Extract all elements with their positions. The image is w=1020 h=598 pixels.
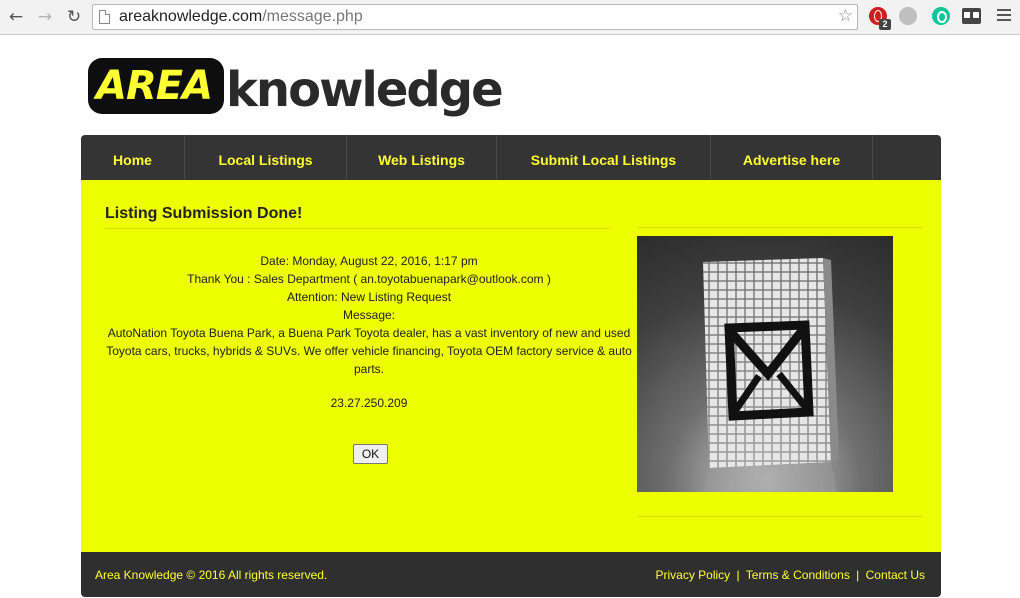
url-text[interactable]: areaknowledge.com/message.php <box>119 8 363 26</box>
main-nav: Home Local Listings Web Listings Submit … <box>81 135 941 180</box>
sidebar-divider-top <box>637 227 923 228</box>
browser-toolbar: ← → ↻ areaknowledge.com/message.php ☆ 2 <box>0 0 1020 35</box>
footer-link-contact[interactable]: Contact Us <box>866 568 925 582</box>
message-label: Message: <box>342 308 396 322</box>
extension-badge: 2 <box>879 19 891 30</box>
cloud-extension-icon[interactable] <box>899 7 917 25</box>
logo-area-text: AREA <box>96 63 213 109</box>
url-host: areaknowledge.com <box>119 8 263 25</box>
message-details: Date: Monday, August 22, 2016, 1:17 pm T… <box>105 252 633 378</box>
ip-address: 23.27.250.209 <box>330 396 408 410</box>
reader-extension-icon[interactable] <box>962 8 981 24</box>
logo-knowledge-text: knowledge <box>226 62 504 118</box>
message-body: AutoNation Toyota Buena Park, a Buena Pa… <box>106 326 632 376</box>
footer-separator: | <box>736 568 740 582</box>
forward-arrow-icon[interactable]: → <box>33 5 57 29</box>
address-bar[interactable]: areaknowledge.com/message.php ☆ <box>92 4 858 30</box>
reload-icon[interactable]: ↻ <box>62 5 86 29</box>
nav-item-web-listings[interactable]: Web Listings <box>347 135 497 180</box>
heading-divider <box>105 228 610 229</box>
envelope-icon <box>637 236 893 492</box>
footer-link-privacy[interactable]: Privacy Policy <box>656 568 731 582</box>
menu-icon[interactable] <box>997 9 1011 23</box>
ok-button[interactable]: OK <box>353 444 388 464</box>
content-area: Listing Submission Done! Date: Monday, A… <box>81 180 941 552</box>
date-line: Date: Monday, August 22, 2016, 1:17 pm <box>260 254 478 268</box>
site-footer: Area Knowledge © 2016 All rights reserve… <box>81 552 941 597</box>
footer-separator: | <box>856 568 860 582</box>
grammarly-extension-icon[interactable] <box>932 7 950 25</box>
footer-links: Privacy Policy | Terms & Conditions | Co… <box>656 568 926 582</box>
back-arrow-icon[interactable]: ← <box>4 5 28 29</box>
thanks-line: Thank You : Sales Department ( an.toyota… <box>187 272 551 286</box>
attention-line: Attention: New Listing Request <box>286 290 452 304</box>
url-path: /message.php <box>262 8 363 25</box>
nav-item-home[interactable]: Home <box>81 135 185 180</box>
page-title: Listing Submission Done! <box>105 205 303 222</box>
star-icon[interactable]: ☆ <box>838 6 853 26</box>
nav-item-advertise[interactable]: Advertise here <box>711 135 873 180</box>
logo-badge: AREA <box>88 58 224 114</box>
footer-link-terms[interactable]: Terms & Conditions <box>746 568 850 582</box>
nav-item-submit-local-listings[interactable]: Submit Local Listings <box>497 135 711 180</box>
nav-item-local-listings[interactable]: Local Listings <box>185 135 347 180</box>
page-icon <box>99 10 110 24</box>
copyright-text: Area Knowledge © 2016 All rights reserve… <box>95 568 328 582</box>
sidebar-divider-bottom <box>637 516 923 517</box>
